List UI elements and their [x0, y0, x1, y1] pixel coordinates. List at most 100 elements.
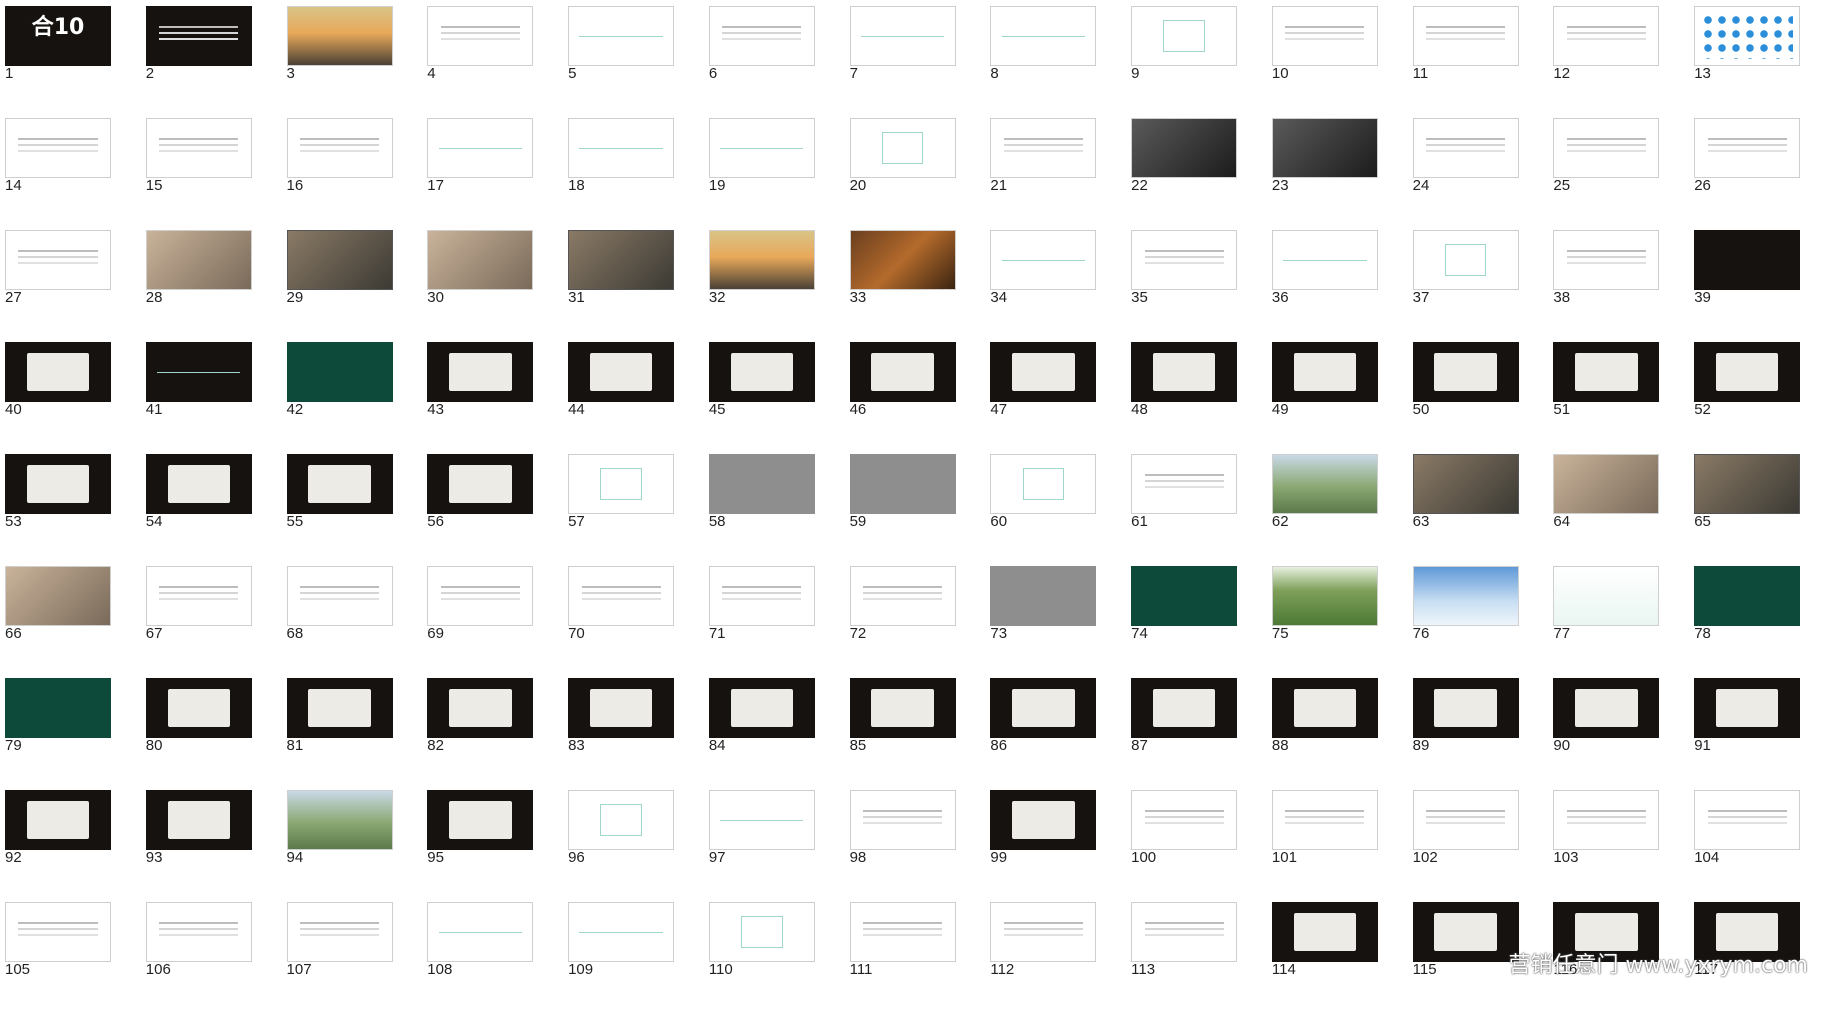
- slide-cell[interactable]: 69: [425, 565, 566, 677]
- slide-cell[interactable]: 112: [988, 901, 1129, 1013]
- slide-cell[interactable]: 25: [1551, 117, 1692, 229]
- slide-thumbnail[interactable]: [990, 678, 1097, 738]
- slide-thumbnail[interactable]: [1412, 118, 1519, 178]
- slide-thumbnail[interactable]: [1553, 678, 1660, 738]
- slide-thumbnail[interactable]: [1694, 342, 1801, 402]
- slide-thumbnail[interactable]: [1694, 118, 1801, 178]
- slide-thumbnail[interactable]: [1271, 678, 1378, 738]
- slide-cell[interactable]: 9: [1129, 5, 1270, 117]
- slide-cell[interactable]: 51: [1551, 341, 1692, 453]
- slide-cell[interactable]: 82: [425, 677, 566, 789]
- slide-thumbnail[interactable]: [568, 454, 675, 514]
- slide-thumbnail[interactable]: [1131, 678, 1238, 738]
- slide-cell[interactable]: 100: [1129, 789, 1270, 901]
- slide-thumbnail[interactable]: [286, 902, 393, 962]
- slide-thumbnail[interactable]: [145, 902, 252, 962]
- slide-thumbnail[interactable]: [568, 566, 675, 626]
- slide-cell[interactable]: 62: [1270, 453, 1411, 565]
- slide-thumbnail[interactable]: [990, 566, 1097, 626]
- slide-cell[interactable]: 61: [1129, 453, 1270, 565]
- slide-thumbnail[interactable]: [145, 118, 252, 178]
- slide-thumbnail[interactable]: [568, 790, 675, 850]
- slide-thumbnail[interactable]: [708, 6, 815, 66]
- slide-thumbnail[interactable]: [849, 118, 956, 178]
- slide-thumbnail[interactable]: [427, 790, 534, 850]
- slide-cell[interactable]: 33: [848, 229, 989, 341]
- slide-thumbnail[interactable]: [1553, 342, 1660, 402]
- slide-thumbnail[interactable]: [990, 342, 1097, 402]
- slide-cell[interactable]: 19: [707, 117, 848, 229]
- slide-cell[interactable]: 67: [144, 565, 285, 677]
- slide-thumbnail[interactable]: [1412, 566, 1519, 626]
- slide-cell[interactable]: 31: [566, 229, 707, 341]
- slide-cell[interactable]: 66: [3, 565, 144, 677]
- slide-cell[interactable]: 97: [707, 789, 848, 901]
- slide-cell[interactable]: 110: [707, 901, 848, 1013]
- slide-cell[interactable]: 49: [1270, 341, 1411, 453]
- slide-thumbnail[interactable]: [286, 790, 393, 850]
- slide-thumbnail[interactable]: [849, 678, 956, 738]
- slide-thumbnail[interactable]: [568, 342, 675, 402]
- slide-thumbnail[interactable]: [1553, 790, 1660, 850]
- slide-cell[interactable]: 28: [144, 229, 285, 341]
- slide-cell[interactable]: 17: [425, 117, 566, 229]
- slide-thumbnail[interactable]: [849, 230, 956, 290]
- slide-cell[interactable]: 3: [285, 5, 426, 117]
- slide-cell[interactable]: 109: [566, 901, 707, 1013]
- slide-thumbnail[interactable]: [427, 230, 534, 290]
- slide-thumbnail[interactable]: [5, 118, 111, 178]
- slide-cell[interactable]: 10: [1270, 5, 1411, 117]
- slide-cell[interactable]: 74: [1129, 565, 1270, 677]
- slide-cell[interactable]: 94: [285, 789, 426, 901]
- slide-cell[interactable]: 40: [3, 341, 144, 453]
- slide-cell[interactable]: 99: [988, 789, 1129, 901]
- slide-thumbnail[interactable]: [1694, 566, 1801, 626]
- slide-cell[interactable]: 114: [1270, 901, 1411, 1013]
- slide-cell[interactable]: 32: [707, 229, 848, 341]
- slide-cell[interactable]: 68: [285, 565, 426, 677]
- slide-thumbnail[interactable]: [1271, 790, 1378, 850]
- slide-cell[interactable]: 65: [1692, 453, 1830, 565]
- slide-cell[interactable]: 20: [848, 117, 989, 229]
- slide-thumbnail[interactable]: [1412, 790, 1519, 850]
- slide-thumbnail[interactable]: [1553, 6, 1660, 66]
- slide-cell[interactable]: 63: [1411, 453, 1552, 565]
- slide-thumbnail[interactable]: [1271, 566, 1378, 626]
- slide-cell[interactable]: 48: [1129, 341, 1270, 453]
- slide-thumbnail[interactable]: [1412, 342, 1519, 402]
- slide-cell[interactable]: 103: [1551, 789, 1692, 901]
- slide-cell[interactable]: 92: [3, 789, 144, 901]
- slide-cell[interactable]: 34: [988, 229, 1129, 341]
- slide-cell[interactable]: 85: [848, 677, 989, 789]
- slide-cell[interactable]: 2: [144, 5, 285, 117]
- slide-cell[interactable]: 111: [848, 901, 989, 1013]
- slide-thumbnail[interactable]: [5, 454, 111, 514]
- slide-thumbnail[interactable]: [849, 6, 956, 66]
- slide-cell[interactable]: 79: [3, 677, 144, 789]
- slide-cell[interactable]: 54: [144, 453, 285, 565]
- slide-thumbnail[interactable]: [990, 6, 1097, 66]
- slide-cell[interactable]: 46: [848, 341, 989, 453]
- slide-thumbnail[interactable]: [286, 6, 393, 66]
- slide-thumbnail[interactable]: [427, 118, 534, 178]
- slide-thumbnail[interactable]: 合10: [5, 6, 111, 66]
- slide-cell[interactable]: 76: [1411, 565, 1552, 677]
- slide-thumbnail[interactable]: [708, 902, 815, 962]
- slide-thumbnail[interactable]: [1694, 454, 1801, 514]
- slide-thumbnail[interactable]: [990, 790, 1097, 850]
- slide-cell[interactable]: 93: [144, 789, 285, 901]
- slide-thumbnail[interactable]: [990, 230, 1097, 290]
- slide-cell[interactable]: 84: [707, 677, 848, 789]
- slide-cell[interactable]: 5: [566, 5, 707, 117]
- slide-thumbnail[interactable]: [145, 790, 252, 850]
- slide-cell[interactable]: 13: [1692, 5, 1830, 117]
- slide-thumbnail[interactable]: [708, 118, 815, 178]
- slide-thumbnail[interactable]: [568, 118, 675, 178]
- slide-thumbnail[interactable]: [5, 678, 111, 738]
- slide-thumbnail[interactable]: [708, 342, 815, 402]
- slide-thumbnail[interactable]: [5, 902, 111, 962]
- slide-thumbnail[interactable]: [5, 230, 111, 290]
- slide-cell[interactable]: 81: [285, 677, 426, 789]
- slide-thumbnail[interactable]: [1553, 118, 1660, 178]
- slide-cell[interactable]: 15: [144, 117, 285, 229]
